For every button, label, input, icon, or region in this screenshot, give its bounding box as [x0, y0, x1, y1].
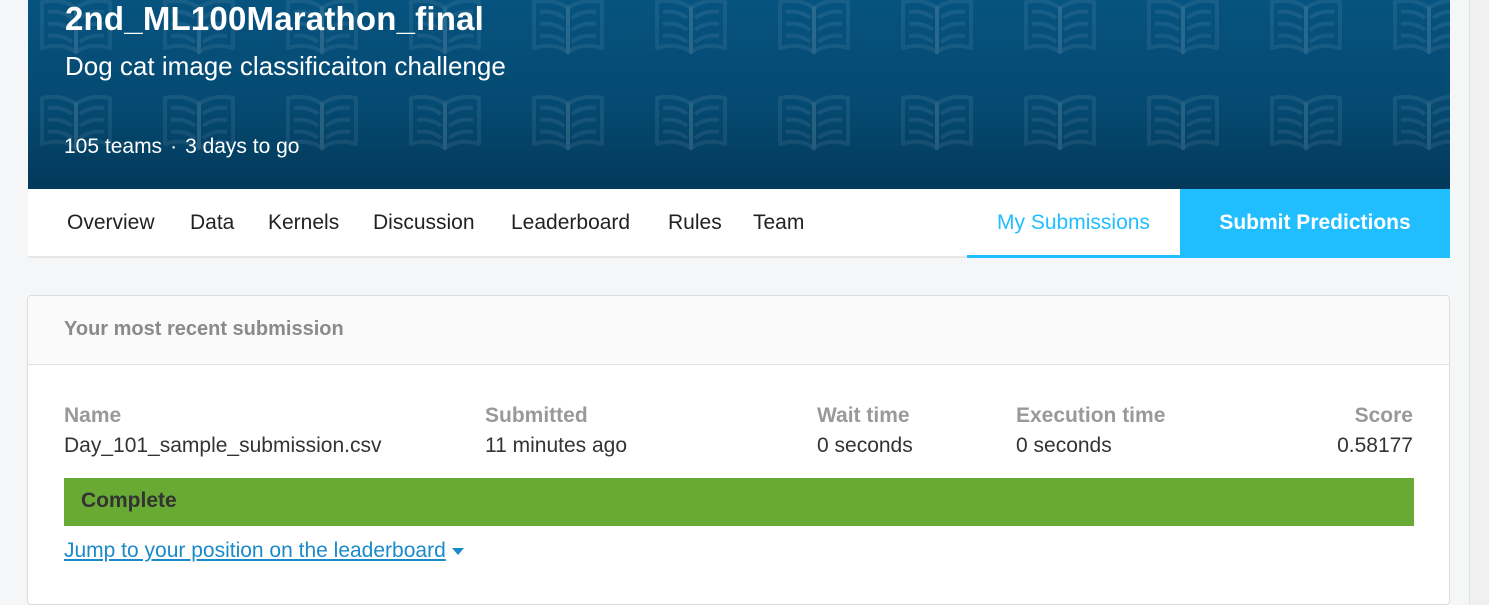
tab-my-submissions[interactable]: My Submissions: [967, 189, 1180, 258]
meta-separator: ·: [170, 135, 178, 158]
competition-subtitle: Dog cat image classificaiton challenge: [65, 51, 506, 81]
column-header-execution-time: Execution time: [1016, 404, 1166, 427]
column-header-score: Score: [1354, 404, 1413, 427]
tab-team[interactable]: Team: [753, 189, 804, 256]
competition-header: 2nd_ML100Marathon_final Dog cat image cl…: [28, 0, 1450, 189]
tab-leaderboard[interactable]: Leaderboard: [511, 189, 630, 256]
score-value: 0.58177: [1337, 434, 1413, 457]
team-count: 105 teams: [64, 135, 163, 158]
tab-data[interactable]: Data: [190, 189, 234, 256]
tab-overview[interactable]: Overview: [67, 189, 155, 256]
status-bar-complete: Complete: [64, 478, 1414, 526]
jump-link-label: Jump to your position on the leaderboard: [64, 539, 446, 562]
submit-predictions-button[interactable]: Submit Predictions: [1180, 189, 1450, 258]
deadline: 3 days to go: [185, 135, 300, 158]
jump-to-leaderboard-link[interactable]: Jump to your position on the leaderboard: [64, 539, 464, 563]
column-header-submitted: Submitted: [485, 404, 588, 427]
column-header-wait-time: Wait time: [817, 404, 910, 427]
submission-time: 11 minutes ago: [485, 434, 628, 457]
execution-time-value: 0 seconds: [1016, 434, 1112, 457]
tab-rules[interactable]: Rules: [668, 189, 722, 256]
tab-discussion[interactable]: Discussion: [373, 189, 475, 256]
wait-time-value: 0 seconds: [817, 434, 913, 457]
tab-kernels[interactable]: Kernels: [268, 189, 339, 256]
recent-submission-card: Your most recent submission Name Submitt…: [27, 295, 1450, 605]
competition-meta: 105 teams · 3 days to go: [64, 135, 299, 159]
card-title: Your most recent submission: [64, 318, 344, 340]
competition-tabs: Overview Data Kernels Discussion Leaderb…: [28, 189, 1450, 258]
vertical-scrollbar[interactable]: [1469, 0, 1489, 605]
status-text: Complete: [81, 489, 177, 512]
competition-title: 2nd_ML100Marathon_final: [65, 0, 485, 37]
card-header: Your most recent submission: [28, 296, 1449, 365]
caret-down-icon: [451, 547, 464, 555]
submission-file-name: Day_101_sample_submission.csv: [64, 434, 382, 457]
column-header-name: Name: [64, 404, 122, 427]
